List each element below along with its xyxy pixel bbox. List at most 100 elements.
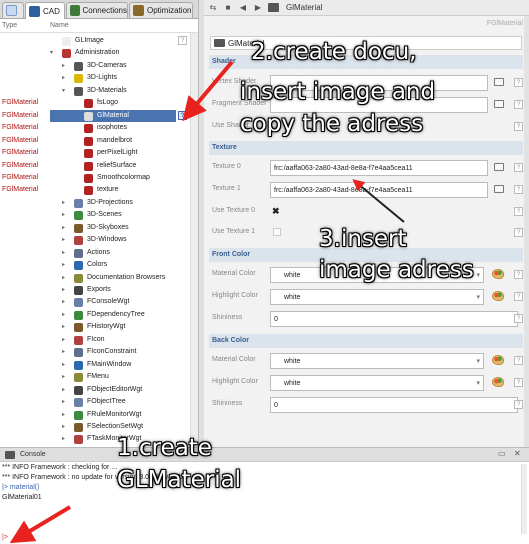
collapse-arrow-icon[interactable]: ▸	[62, 247, 65, 259]
front-shininess-input[interactable]: 0	[270, 311, 518, 327]
tree-item-cameras[interactable]: ▸ 3D-Cameras	[0, 60, 191, 72]
collapse-arrow-icon[interactable]: ▸	[62, 259, 65, 271]
stop-icon[interactable]: ■	[223, 3, 233, 13]
help-icon[interactable]: ?	[178, 110, 187, 120]
tree-item[interactable]: ▸ FIconConstraint	[0, 346, 191, 358]
back-icon[interactable]: ◀	[238, 3, 248, 13]
collapse-arrow-icon[interactable]: ▸	[62, 359, 65, 371]
tree-item-material[interactable]: FGlMaterial mandelbrot	[0, 135, 191, 147]
collapse-arrow-icon[interactable]: ▸	[62, 209, 65, 221]
help-icon[interactable]: ?	[514, 207, 523, 216]
help-icon[interactable]: ?	[514, 185, 523, 194]
tree-item-glimage[interactable]: GLImage?	[0, 35, 191, 47]
color-palette-icon[interactable]	[492, 269, 504, 279]
collapse-arrow-icon[interactable]: ▸	[62, 321, 65, 333]
tree-item-material[interactable]: FGlMaterial GlMaterial?	[0, 109, 191, 122]
section-texture[interactable]: Texture	[209, 141, 523, 155]
tab-optimization[interactable]: Optimization	[129, 2, 193, 18]
tree-item-material[interactable]: FGlMaterial texture	[0, 184, 191, 196]
tree-item[interactable]: ▸ 3D-Windows	[0, 234, 191, 246]
editor-scrollbar[interactable]	[524, 16, 529, 515]
tree-item-material[interactable]: FGlMaterial Smoothcolormap	[0, 172, 191, 184]
tree-item[interactable]: ▸ Exports	[0, 284, 191, 296]
tree-item-material[interactable]: FGlMaterial reliefSurface	[0, 160, 191, 172]
console-prompt[interactable]: |>	[2, 534, 8, 541]
expand-arrow-icon[interactable]: ▾	[62, 85, 65, 97]
collapse-arrow-icon[interactable]: ▸	[62, 433, 65, 445]
help-icon[interactable]: ?	[514, 356, 523, 365]
texture1-input[interactable]: frc:/aaffa063-2a80-43ad-8e8a-f7e4aa5cea1…	[270, 182, 488, 198]
folder-icon[interactable]	[494, 185, 504, 193]
color-palette-icon[interactable]	[492, 291, 504, 301]
texture0-input[interactable]: frc:/aaffa063-2a80-43ad-8e8a-f7e4aa5cea1…	[270, 160, 488, 176]
help-icon[interactable]: ?	[514, 122, 523, 131]
tree-item[interactable]: ▸ FHistoryWgt	[0, 321, 191, 333]
help-icon[interactable]: ?	[514, 270, 523, 279]
collapse-arrow-icon[interactable]: ▸	[62, 272, 65, 284]
collapse-arrow-icon[interactable]: ▸	[62, 60, 65, 72]
folder-icon[interactable]	[494, 163, 504, 171]
help-icon[interactable]: ?	[514, 314, 523, 323]
help-icon[interactable]: ?	[514, 163, 523, 172]
help-icon[interactable]: ?	[514, 100, 523, 109]
use-texture0-checkbox[interactable]: ✖	[272, 206, 280, 217]
collapse-arrow-icon[interactable]: ▸	[62, 284, 65, 296]
console-scrollbar[interactable]	[521, 464, 527, 534]
float-icon[interactable]: ▭	[498, 449, 506, 458]
column-name[interactable]: Name	[50, 22, 69, 29]
color-palette-icon[interactable]	[492, 355, 504, 365]
tree-item-material[interactable]: FGlMaterial fsLogo	[0, 97, 191, 109]
help-icon[interactable]: ?	[514, 228, 523, 237]
collapse-arrow-icon[interactable]: ▸	[62, 197, 65, 209]
collapse-arrow-icon[interactable]: ▸	[62, 346, 65, 358]
tree-item[interactable]: ▸ 3D-Projections	[0, 197, 191, 209]
column-type[interactable]: Type	[2, 22, 17, 29]
back-material-color-select[interactable]: white	[270, 353, 484, 369]
collapse-arrow-icon[interactable]: ▸	[62, 409, 65, 421]
help-icon[interactable]: ?	[514, 78, 523, 87]
tree-item[interactable]: ▸ FMenu	[0, 371, 191, 383]
collapse-arrow-icon[interactable]: ▸	[62, 396, 65, 408]
color-palette-icon[interactable]	[492, 377, 504, 387]
help-icon[interactable]: ?	[514, 378, 523, 387]
help-icon[interactable]: ?	[514, 400, 523, 409]
tree-item[interactable]: ▸ FDependencyTree	[0, 309, 191, 321]
tree-item[interactable]: ▸ Colors	[0, 259, 191, 271]
forward-icon[interactable]: ▶	[253, 3, 263, 13]
help-icon[interactable]: ?	[514, 292, 523, 301]
use-texture1-checkbox[interactable]	[273, 228, 281, 236]
tree-item[interactable]: ▸ 3D-Skyboxes	[0, 222, 191, 234]
folder-icon[interactable]	[494, 100, 504, 108]
tree-item[interactable]: ▸ Documentation Browsers	[0, 272, 191, 284]
front-highlight-color-select[interactable]: white	[270, 289, 484, 305]
tree-item[interactable]: ▸ FConsoleWgt	[0, 296, 191, 308]
collapse-arrow-icon[interactable]: ▸	[62, 296, 65, 308]
tab-tree[interactable]	[2, 2, 24, 18]
tree-item-materials[interactable]: ▾ 3D-Materials	[0, 85, 191, 97]
folder-icon[interactable]	[494, 78, 504, 86]
collapse-arrow-icon[interactable]: ▸	[62, 222, 65, 234]
expand-arrow-icon[interactable]: ▾	[50, 47, 53, 59]
tree-item[interactable]: ▸ FRuleMonitorWgt	[0, 409, 191, 421]
collapse-arrow-icon[interactable]: ▸	[62, 421, 65, 433]
tree-item[interactable]: ▸ FIcon	[0, 334, 191, 346]
collapse-arrow-icon[interactable]: ▸	[62, 309, 65, 321]
tree-item[interactable]: ▸ FObjectTree	[0, 396, 191, 408]
help-icon[interactable]: ?	[178, 36, 187, 45]
back-shininess-input[interactable]: 0	[270, 397, 518, 413]
tree-item-material[interactable]: FGlMaterial isophotes	[0, 122, 191, 134]
tree-item[interactable]: ▸ Actions	[0, 247, 191, 259]
collapse-arrow-icon[interactable]: ▸	[62, 384, 65, 396]
pin-icon[interactable]: ⇆	[208, 3, 218, 13]
tree-item[interactable]: ▸ FObjectEditorWgt	[0, 384, 191, 396]
tree-item-administration[interactable]: ▾ Administration	[0, 47, 191, 59]
collapse-arrow-icon[interactable]: ▸	[62, 234, 65, 246]
collapse-arrow-icon[interactable]: ▸	[62, 72, 65, 84]
section-back-color[interactable]: Back Color	[209, 334, 523, 348]
tree-item-material[interactable]: FGlMaterial perPixelLight	[0, 147, 191, 159]
collapse-arrow-icon[interactable]: ▸	[62, 334, 65, 346]
tree-item[interactable]: ▸ 3D-Scenes	[0, 209, 191, 221]
close-icon[interactable]: ✕	[514, 449, 521, 458]
tree-item-lights[interactable]: ▸ 3D-Lights	[0, 72, 191, 84]
collapse-arrow-icon[interactable]: ▸	[62, 371, 65, 383]
